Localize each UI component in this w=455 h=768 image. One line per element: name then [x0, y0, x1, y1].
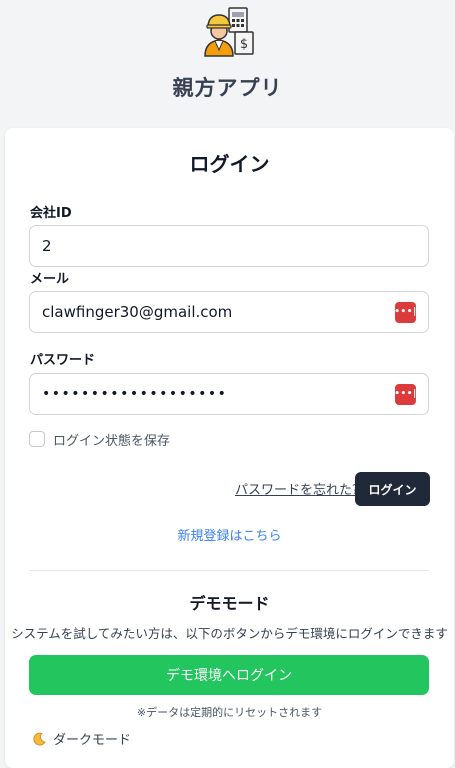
forgot-password-link[interactable]: パスワードを忘れた?: [235, 479, 359, 498]
password-manager-icon[interactable]: •••|: [394, 383, 416, 405]
email-input[interactable]: clawfinger30@gmail.com •••|: [29, 291, 429, 333]
company-id-label: 会社ID: [30, 206, 72, 221]
app-header: $ 親方アプリ: [0, 0, 455, 128]
remember-me-checkbox[interactable]: [29, 431, 45, 447]
company-id-value: 2: [42, 237, 52, 255]
app-title: 親方アプリ: [172, 76, 283, 100]
register-link[interactable]: 新規登録はこちら: [5, 525, 454, 544]
password-label: パスワード: [30, 353, 96, 368]
login-button[interactable]: ログイン: [355, 472, 430, 506]
email-label: メール: [30, 272, 70, 287]
company-id-input[interactable]: 2: [29, 225, 429, 267]
dark-mode-label: ダークモード: [53, 733, 132, 748]
worker-with-documents-icon: $: [204, 7, 254, 57]
email-value: clawfinger30@gmail.com: [42, 303, 233, 321]
demo-mode-title: デモモード: [189, 594, 270, 613]
demo-reset-note: ※データは定期的にリセットされます: [136, 706, 323, 719]
dark-mode-toggle[interactable]: ダークモード: [31, 729, 131, 748]
login-title: ログイン: [189, 152, 270, 176]
login-card: ログイン 会社ID 2 メール clawfinger30@gmail.com •…: [5, 128, 454, 768]
moon-icon: [33, 732, 46, 745]
svg-text:$: $: [240, 37, 248, 52]
demo-login-button[interactable]: デモ環境へログイン: [29, 655, 429, 695]
divider: [29, 570, 429, 571]
demo-mode-description: システムを試してみたい方は、以下のボタンからデモ環境にログインできます: [11, 626, 448, 641]
remember-me-row[interactable]: ログイン状態を保存: [29, 430, 170, 449]
password-value: •••••••••••••••••••: [42, 386, 228, 402]
password-manager-icon[interactable]: •••|: [394, 301, 416, 323]
password-input[interactable]: ••••••••••••••••••• •••|: [29, 373, 429, 415]
remember-me-label[interactable]: ログイン状態を保存: [53, 430, 170, 449]
